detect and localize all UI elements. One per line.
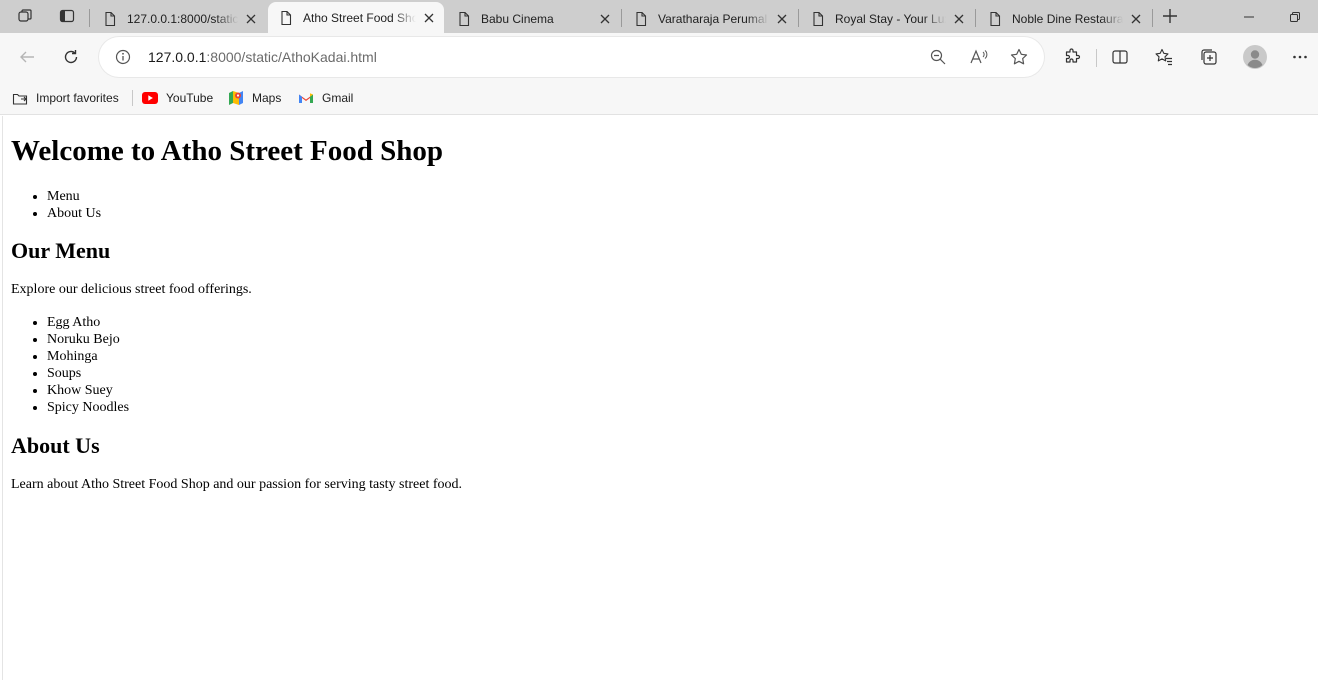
site-info-icon[interactable]: [113, 47, 133, 67]
toolbar-separator: [1096, 49, 1097, 67]
fav-label: Gmail: [322, 91, 354, 105]
favorites-bar: Import favorites YouTube Maps Gmail: [0, 81, 1318, 115]
nav-list: Menu About Us: [11, 188, 101, 222]
close-icon[interactable]: [1127, 10, 1145, 28]
refresh-icon[interactable]: [55, 41, 87, 73]
restore-icon[interactable]: [1272, 0, 1318, 33]
tab-2-active[interactable]: Atho Street Food Shop: [268, 2, 444, 33]
zoom-out-icon[interactable]: [926, 45, 950, 69]
tab-1[interactable]: 127.0.0.1:8000/static/AthoKadai.html: [92, 4, 266, 33]
page-icon: [459, 11, 470, 26]
page-content: Welcome to Atho Street Food Shop Menu Ab…: [2, 116, 1318, 680]
tab-separator: [89, 9, 90, 27]
tab-strip: 127.0.0.1:8000/static/AthoKadai.html Ath…: [0, 0, 1318, 33]
nav-item-about-us[interactable]: About Us: [47, 205, 101, 222]
address-path: :8000/static/AthoKadai.html: [206, 49, 377, 65]
nav-item-menu[interactable]: Menu: [47, 188, 101, 205]
menu-item: Spicy Noodles: [47, 399, 129, 416]
menu-list: Egg Atho Noruku Bejo Mohinga Soups Khow …: [11, 314, 129, 416]
close-icon[interactable]: [950, 10, 968, 28]
favorite-star-icon[interactable]: [1007, 45, 1031, 69]
page-icon: [813, 11, 824, 26]
favorites-icon[interactable]: [1148, 41, 1180, 73]
menu-item: Mohinga: [47, 348, 129, 365]
fav-import-favorites[interactable]: Import favorites: [12, 89, 119, 107]
page-icon: [281, 10, 292, 25]
import-icon: [12, 90, 28, 106]
page-icon: [105, 11, 116, 26]
gmail-icon: [298, 90, 314, 106]
menu-item: Soups: [47, 365, 129, 382]
tab-separator: [1152, 9, 1153, 27]
tab-6[interactable]: Noble Dine Restaurant: [977, 4, 1151, 33]
tab-title: Atho Street Food Shop: [303, 10, 416, 25]
youtube-icon: [142, 90, 158, 106]
new-tab-icon[interactable]: [1157, 4, 1183, 28]
page-title: Welcome to Atho Street Food Shop: [11, 135, 444, 167]
tab-separator: [621, 9, 622, 27]
address-bar[interactable]: 127.0.0.1:8000/static/AthoKadai.html: [99, 37, 1044, 77]
about-text: Learn about Atho Street Food Shop and ou…: [11, 477, 463, 492]
more-options-icon[interactable]: [1284, 41, 1316, 73]
fav-label: Import favorites: [36, 91, 119, 105]
fav-gmail[interactable]: Gmail: [298, 89, 353, 107]
tab-4[interactable]: Varatharaja Perumal Temple: [623, 4, 797, 33]
back-icon[interactable]: [11, 41, 43, 73]
minimize-icon[interactable]: [1226, 0, 1272, 33]
menu-intro: Explore our delicious street food offeri…: [11, 282, 252, 297]
page-icon: [990, 11, 1001, 26]
tab-3[interactable]: Babu Cinema: [446, 4, 620, 33]
tab-title: Noble Dine Restaurant: [1012, 11, 1123, 26]
menu-item: Khow Suey: [47, 382, 129, 399]
about-heading: About Us: [11, 433, 100, 458]
address-host: 127.0.0.1: [148, 49, 207, 65]
vertical-tabs-icon[interactable]: [54, 4, 80, 28]
fav-label: YouTube: [166, 91, 214, 105]
tab-5[interactable]: Royal Stay - Your Luxury Hotel: [800, 4, 974, 33]
collections-icon[interactable]: [1193, 41, 1225, 73]
tab-title: Varatharaja Perumal Temple: [658, 11, 769, 26]
tab-separator: [798, 9, 799, 27]
tab-separator: [975, 9, 976, 27]
tab-title: Babu Cinema: [481, 11, 554, 26]
browser-toolbar: 127.0.0.1:8000/static/AthoKadai.html: [0, 33, 1318, 81]
close-icon[interactable]: [773, 10, 791, 28]
extensions-icon[interactable]: [1056, 41, 1088, 73]
fav-youtube[interactable]: YouTube: [142, 89, 213, 107]
fav-maps[interactable]: Maps: [228, 89, 281, 107]
split-screen-icon[interactable]: [1104, 41, 1136, 73]
address-url[interactable]: 127.0.0.1:8000/static/AthoKadai.html: [148, 49, 377, 65]
workspaces-icon[interactable]: [12, 4, 38, 28]
tab-title: 127.0.0.1:8000/static/AthoKadai.html: [127, 11, 238, 26]
read-aloud-icon[interactable]: [967, 45, 991, 69]
fav-label: Maps: [252, 91, 282, 105]
maps-icon: [228, 90, 244, 106]
close-icon[interactable]: [242, 10, 260, 28]
favorites-separator: [132, 90, 133, 106]
menu-item: Noruku Bejo: [47, 331, 129, 348]
close-icon[interactable]: [420, 9, 438, 27]
profile-avatar[interactable]: [1239, 41, 1271, 73]
menu-heading: Our Menu: [11, 238, 111, 263]
tab-title: Royal Stay - Your Luxury Hotel: [835, 11, 946, 26]
menu-item: Egg Atho: [47, 314, 129, 331]
page-icon: [636, 11, 647, 26]
close-icon[interactable]: [596, 10, 614, 28]
